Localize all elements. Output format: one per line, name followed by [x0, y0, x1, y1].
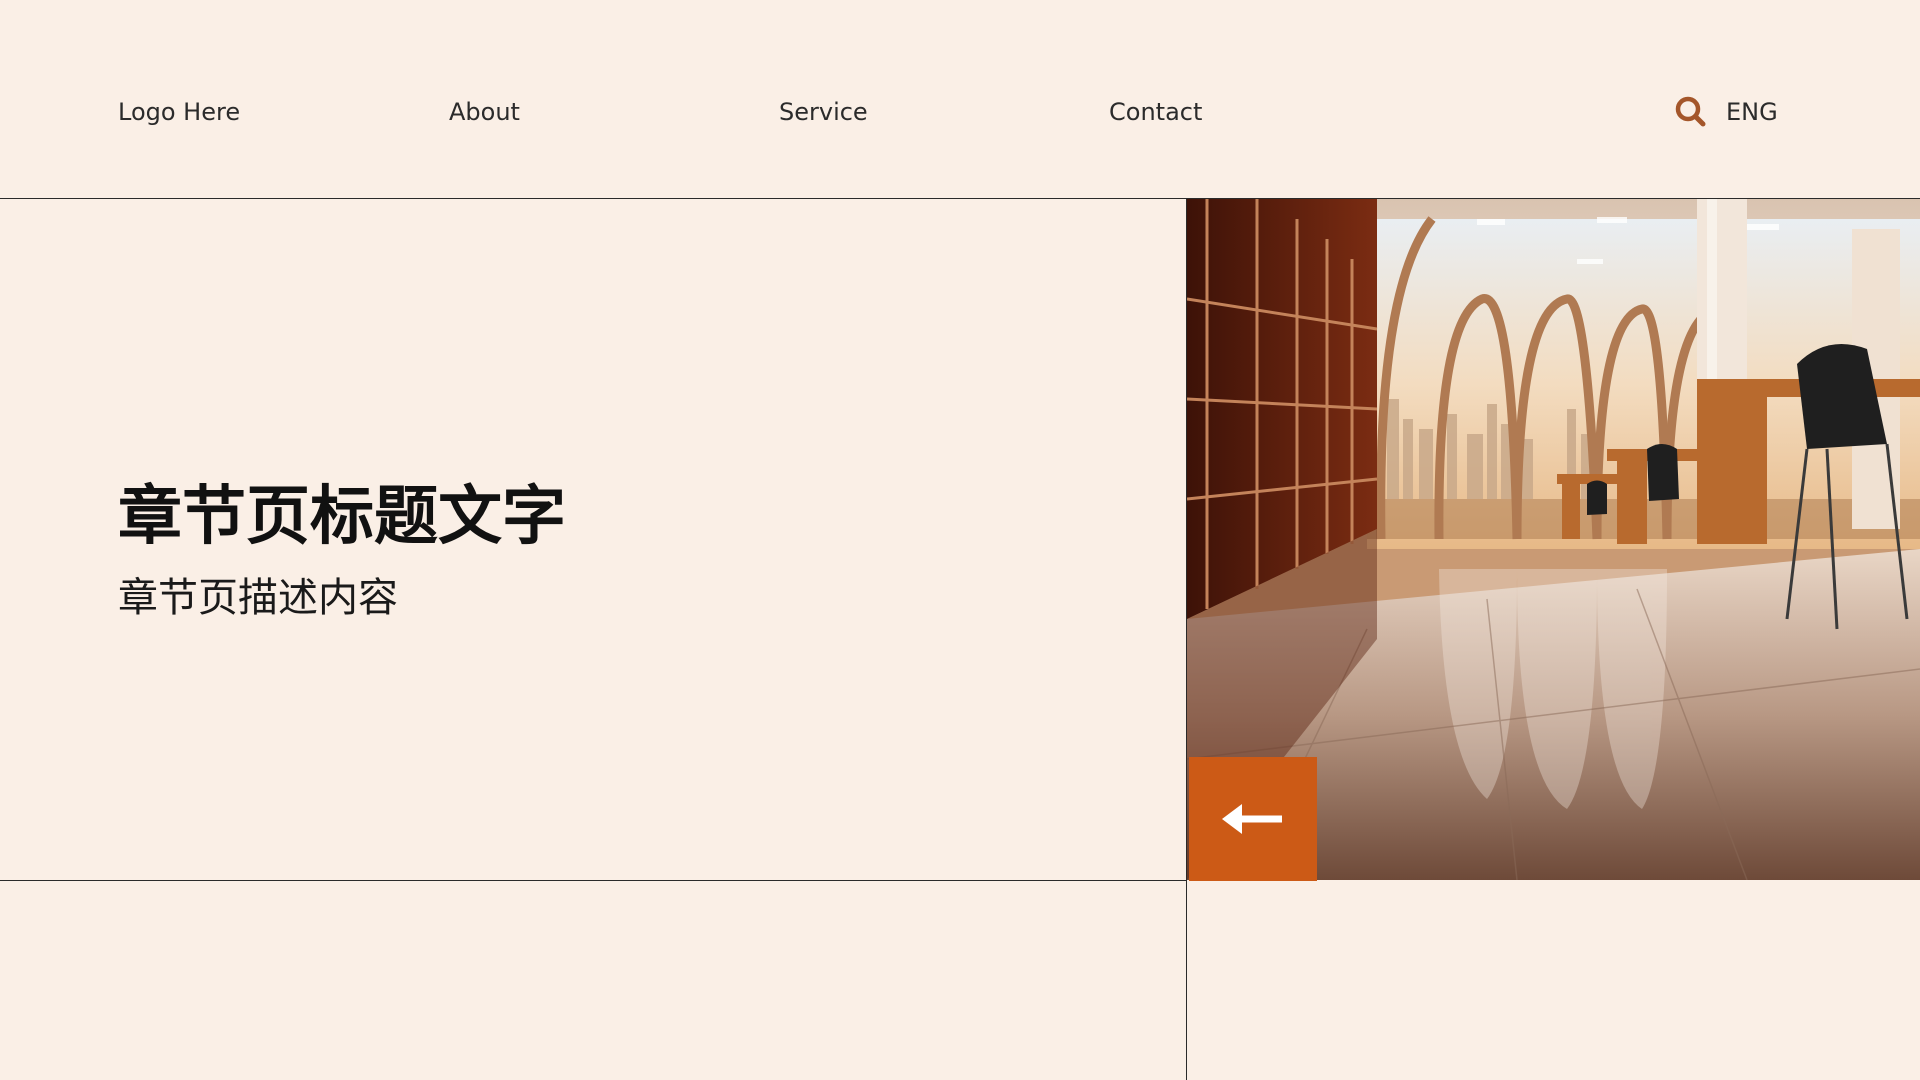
search-icon[interactable]	[1674, 95, 1708, 129]
page: Logo Here About Service Contact ENG 章节页标…	[0, 0, 1920, 1080]
section-description: 章节页描述内容	[118, 575, 398, 621]
content-divider	[0, 880, 1187, 881]
logo[interactable]: Logo Here	[118, 98, 240, 126]
nav-link-contact[interactable]: Contact	[1109, 98, 1202, 126]
arrow-left-icon	[1222, 804, 1282, 834]
back-button[interactable]	[1189, 757, 1317, 881]
nav-link-about[interactable]: About	[449, 98, 520, 126]
section-title: 章节页标题文字	[118, 480, 566, 554]
language-switch[interactable]: ENG	[1726, 98, 1778, 126]
nav-link-service[interactable]: Service	[779, 98, 868, 126]
